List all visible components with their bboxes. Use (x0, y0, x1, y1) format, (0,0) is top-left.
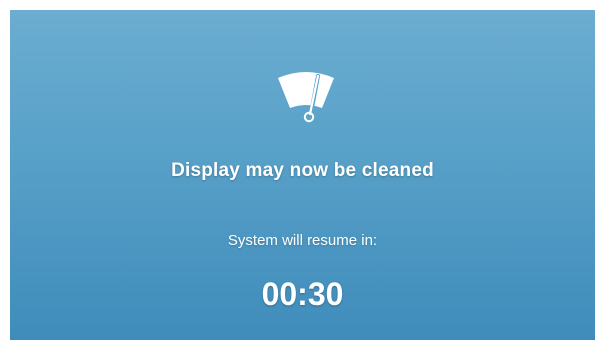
windshield-wiper-icon (278, 72, 334, 123)
cleaning-screen: Display may now be cleaned System will r… (10, 10, 595, 340)
resume-label: System will resume in: (227, 232, 378, 249)
clean-display-message: Display may now be cleaned (171, 160, 434, 181)
countdown-timer: 00:30 (261, 276, 344, 312)
